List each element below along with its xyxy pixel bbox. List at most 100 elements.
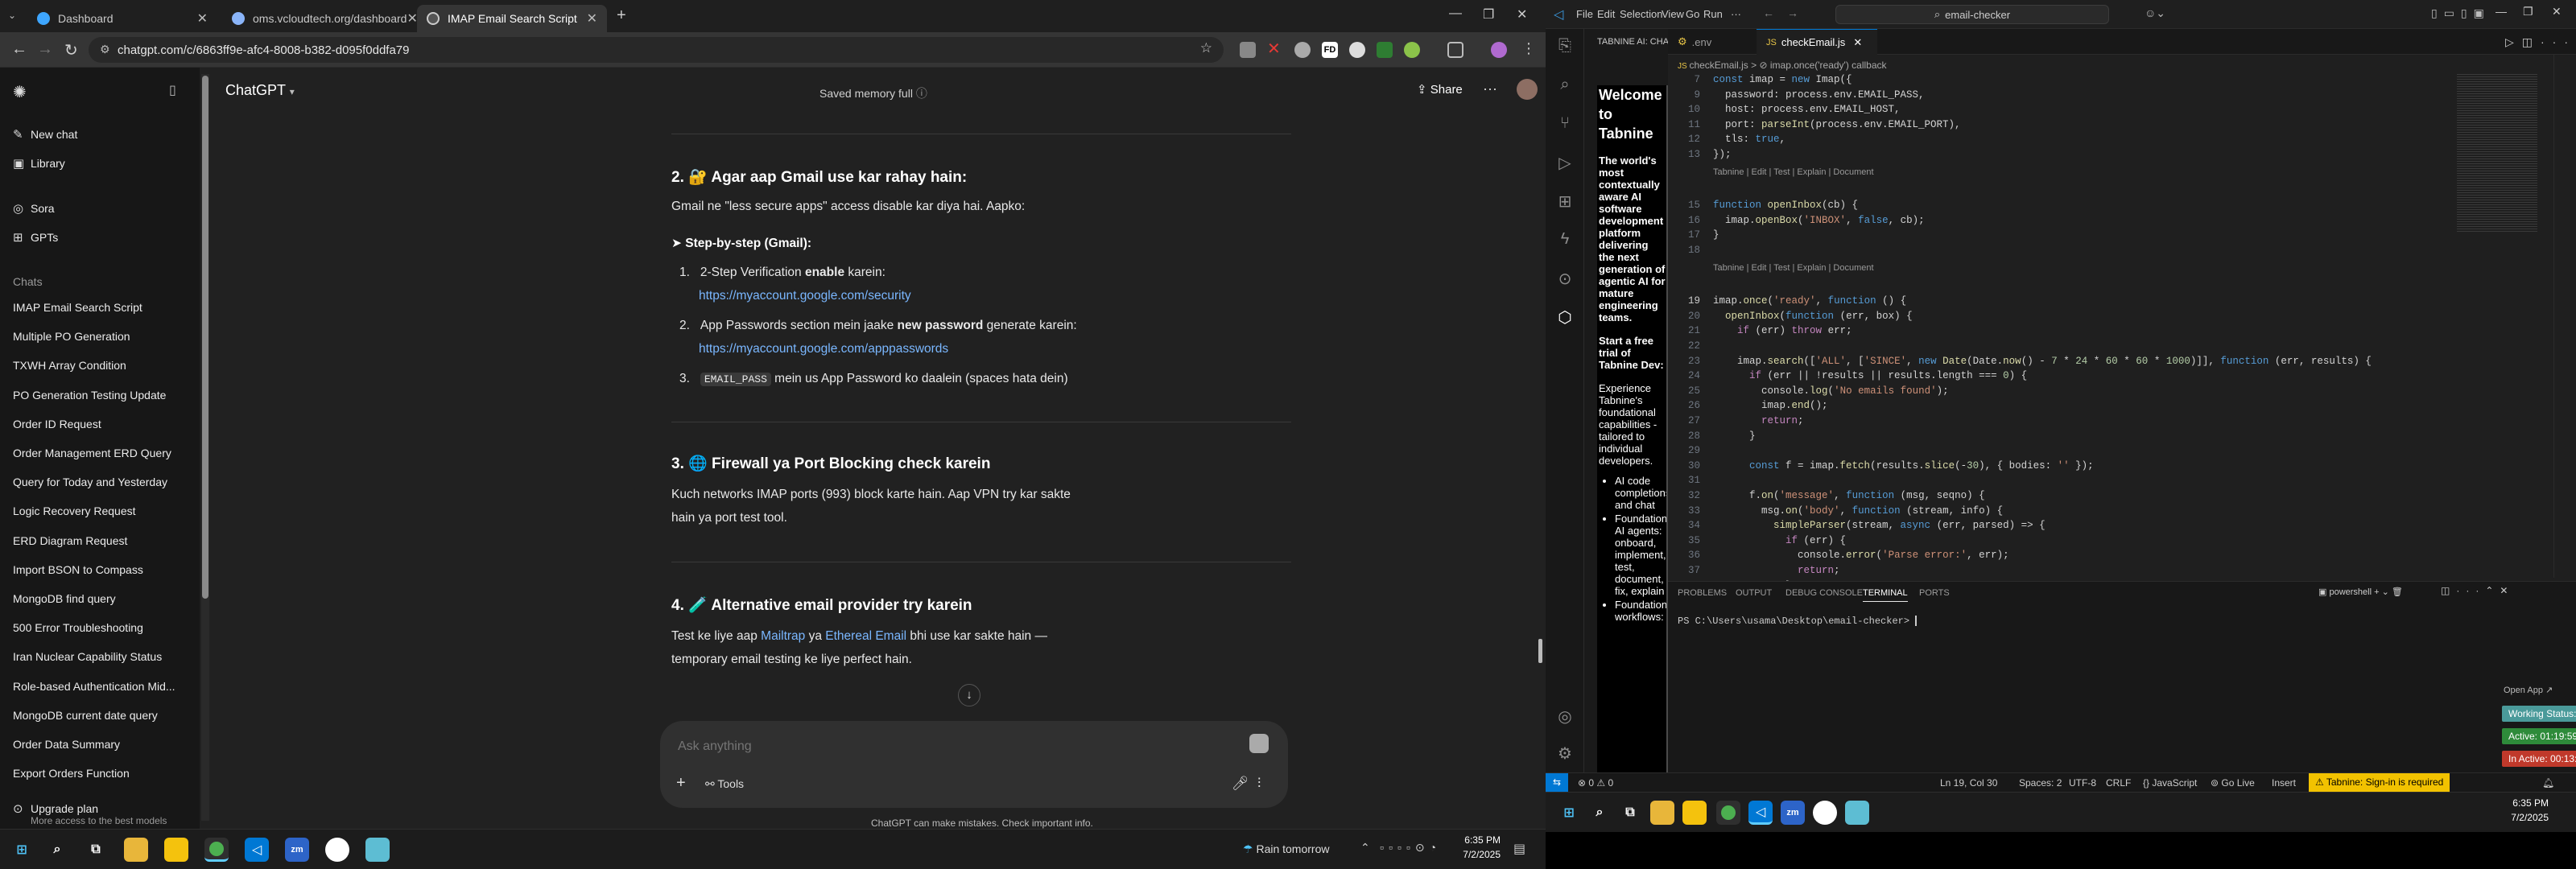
app-bird-icon[interactable] — [365, 838, 390, 862]
file-explorer-icon[interactable] — [1650, 801, 1674, 825]
editor-scrollbar[interactable] — [2553, 55, 2565, 578]
app-passwords-link[interactable]: https://myaccount.google.com/apppassword… — [699, 337, 948, 360]
store-icon[interactable] — [164, 838, 188, 862]
new-tab-icon[interactable]: + — [617, 6, 626, 25]
address-bar[interactable]: ⚙ chatgpt.com/c/6863ff9e-afc4-8008-b382-… — [89, 37, 1224, 63]
chrome-icon[interactable] — [204, 838, 229, 862]
editor-actions[interactable]: ▷◫··· — [2505, 35, 2576, 49]
scrollbar-thumb[interactable] — [202, 76, 208, 599]
tabnine-codelens[interactable]: Tabnine | Edit | Test | Explain | Docume… — [1713, 263, 1874, 273]
profile-avatar[interactable] — [1491, 42, 1507, 58]
code-line[interactable]: imap.once('ready', function () { — [1713, 295, 1906, 307]
minimize-icon[interactable]: — — [2496, 5, 2507, 18]
encoding[interactable]: UTF-8 — [2069, 777, 2096, 789]
extension-green-icon[interactable] — [1404, 42, 1420, 58]
code-line[interactable]: password: process.env.EMAIL_PASS, — [1713, 89, 1925, 101]
menu-item[interactable]: Run — [1703, 8, 1723, 20]
browser-tab-oms[interactable]: oms.vcloudtech.org/dashboard ✕ — [222, 5, 418, 32]
scroll-down-icon[interactable]: ↓ — [958, 684, 980, 706]
extension-circle-icon[interactable] — [1294, 42, 1311, 58]
ask-anything-input[interactable] — [678, 735, 1161, 758]
windows-start-icon[interactable]: ⊞ — [1557, 801, 1581, 825]
code-line[interactable]: openInbox(function (err, box) { — [1713, 311, 1913, 322]
explorer-icon[interactable]: ⎘ — [1555, 37, 1575, 56]
panel-tab[interactable]: TERMINAL — [1863, 588, 1908, 602]
store-icon[interactable] — [1682, 801, 1707, 825]
voice-mode-icon[interactable]: ⫶ — [1257, 776, 1261, 792]
page-scrollbar-thumb[interactable] — [1538, 639, 1542, 663]
tabnine-icon[interactable]: ⬡ — [1555, 307, 1575, 327]
library-button[interactable]: ▣ Library — [13, 156, 65, 171]
extensions-puzzle-icon[interactable] — [1447, 42, 1463, 58]
vscode-icon[interactable]: ◁ — [245, 838, 269, 862]
extension-shield-icon[interactable] — [1377, 42, 1393, 58]
chat-history-item[interactable]: Iran Nuclear Capability Status — [13, 650, 162, 663]
terminal-output[interactable]: PS C:\Users\usama\Desktop\email-checker> — [1678, 616, 1918, 627]
indentation[interactable]: Spaces: 2 — [2019, 777, 2062, 789]
more-options-icon[interactable]: ··· — [1483, 80, 1497, 97]
account-icon[interactable]: ◎ — [1555, 706, 1575, 726]
panel-tab[interactable]: OUTPUT — [1736, 588, 1772, 598]
panel-tab[interactable]: PORTS — [1919, 588, 1950, 598]
chrome-icon[interactable] — [1716, 801, 1740, 825]
extension-g-icon[interactable] — [1349, 42, 1365, 58]
extension-spy-icon[interactable] — [1240, 42, 1256, 58]
code-line[interactable]: console.log('No emails found'); — [1713, 385, 1949, 397]
code-line[interactable]: return; — [1713, 565, 1840, 576]
sidebar-scrollbar[interactable] — [201, 74, 209, 821]
code-line[interactable]: return; — [1713, 415, 1804, 426]
restore-icon[interactable]: ❐ — [2523, 5, 2533, 19]
extension-x-icon[interactable]: ✕ — [1267, 39, 1283, 58]
tabnine-cta[interactable]: Start a free trial of Tabnine Dev: — [1599, 335, 1666, 371]
code-line[interactable]: imap.search(['ALL', ['SINCE', new Date(D… — [1713, 356, 2372, 367]
code-line[interactable]: f.on('message', function (msg, seqno) { — [1713, 490, 1985, 501]
remote-explorer-icon[interactable]: ⊙ — [1555, 269, 1575, 288]
microphone-icon[interactable]: 🎤︎ — [1232, 776, 1249, 792]
code-line[interactable]: host: process.env.EMAIL_HOST, — [1713, 104, 1901, 115]
new-chat-button[interactable]: ✎ New chat — [13, 127, 77, 142]
chat-history-item[interactable]: Export Orders Function — [13, 767, 130, 780]
remote-indicator-icon[interactable]: ⇆ — [1546, 773, 1568, 792]
open-app-link[interactable]: Open App ↗ — [2504, 685, 2553, 695]
chat-history-item[interactable]: ERD Diagram Request — [13, 534, 127, 547]
weather-widget[interactable]: ☂ Rain tomorrow — [1243, 842, 1329, 856]
openai-logo-icon[interactable]: ✺ — [13, 82, 27, 102]
toggle-sidebar-icon[interactable]: ▯ — [169, 82, 176, 98]
menu-item[interactable]: Edit — [1597, 8, 1615, 20]
minimap[interactable] — [2457, 72, 2537, 233]
browser-menu-icon[interactable]: ⋮ — [1521, 40, 1536, 57]
code-line[interactable]: function openInbox(cb) { — [1713, 200, 1858, 211]
code-line[interactable]: imap.end(); — [1713, 400, 1828, 411]
code-line[interactable]: const imap = new Imap({ — [1713, 74, 1852, 85]
extensions-icon[interactable]: ⊞ — [1555, 192, 1575, 211]
close-window-icon[interactable]: ✕ — [2552, 5, 2562, 19]
lightning-icon[interactable]: ϟ — [1555, 230, 1575, 249]
tray-chevron-icon[interactable]: ⌃ — [1360, 841, 1370, 855]
zoom-icon[interactable]: zm — [1781, 801, 1805, 825]
reload-icon[interactable]: ↻ — [64, 40, 78, 60]
code-line[interactable]: if (err || !results || results.length ==… — [1713, 370, 2027, 381]
back-arrow-icon[interactable]: ← — [1763, 6, 1774, 19]
code-line[interactable]: } — [1713, 430, 1756, 442]
forward-arrow-icon[interactable]: → — [1787, 6, 1798, 19]
chat-history-item[interactable]: MongoDB current date query — [13, 709, 158, 722]
close-tab-icon[interactable]: ✕ — [407, 10, 417, 27]
tab-checkemail[interactable]: JS checkEmail.js ✕ — [1757, 29, 1877, 55]
code-line[interactable]: }); — [1713, 149, 1732, 160]
source-control-icon[interactable]: ⑂ — [1555, 114, 1575, 134]
search-icon[interactable]: ⌕ — [1555, 76, 1575, 95]
close-window-icon[interactable]: ✕ — [1517, 6, 1527, 23]
page-scrollbar[interactable] — [1530, 68, 1542, 829]
cursor-position[interactable]: Ln 19, Col 30 — [1940, 777, 1997, 789]
code-line[interactable]: if (err) throw err; — [1713, 325, 1852, 336]
browser-tab-imap[interactable]: IMAP Email Search Script ✕ — [417, 5, 607, 32]
settings-gear-icon[interactable]: ⚙ — [1555, 743, 1575, 763]
zoom-icon[interactable]: zm — [285, 838, 309, 862]
tools-button[interactable]: ⚯ Tools — [705, 777, 744, 791]
extension-fd-icon[interactable]: FD — [1322, 42, 1338, 58]
app-bird-icon[interactable] — [1845, 801, 1869, 825]
panel-actions[interactable]: ◫···⌃✕ — [2441, 585, 2514, 596]
vscode-icon[interactable]: ◁ — [1748, 801, 1773, 825]
terminal-shell-selector[interactable]: ▣ powershell + ⌄ 🗑︎ — [2318, 587, 2403, 597]
security-link[interactable]: https://myaccount.google.com/security — [699, 284, 911, 307]
